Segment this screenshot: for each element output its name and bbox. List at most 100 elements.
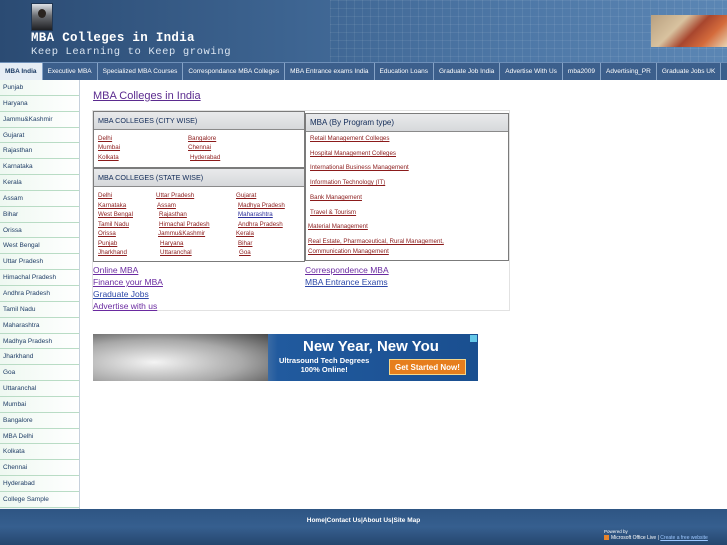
adchoices-icon[interactable] — [470, 335, 477, 342]
link-advertise-with-us[interactable]: Advertise with us — [93, 301, 157, 311]
sidebar-item-gujarat[interactable]: Gujarat — [0, 127, 79, 144]
state-link-orissa[interactable]: Orissa — [98, 230, 116, 237]
state-link-andhra-pradesh[interactable]: Andhra Pradesh — [238, 221, 283, 228]
sidebar-item-haryana[interactable]: Haryana — [0, 95, 79, 112]
footer-link-contact[interactable]: Contact Us — [327, 517, 361, 524]
sidebar-item-west-bengal[interactable]: West Bengal — [0, 238, 79, 255]
sidebar-item-hyderabad[interactable]: Hyderabad — [0, 476, 79, 492]
ad-image — [93, 334, 268, 381]
ad-headline: New Year, New You — [303, 338, 439, 355]
sidebar-item-goa[interactable]: Goa — [0, 365, 79, 382]
program-link-hospital[interactable]: Hospital Management Colleges — [310, 150, 396, 157]
state-link-kerala[interactable]: Kerala — [236, 230, 254, 237]
state-link-tamil-nadu[interactable]: Tamil Nadu — [98, 221, 129, 228]
sidebar-item-uttar-pradesh[interactable]: Uttar Pradesh — [0, 254, 79, 271]
sidebar-item-college-sample[interactable]: College Sample — [0, 491, 79, 508]
ad-banner[interactable]: New Year, New You Ultrasound Tech Degree… — [93, 334, 478, 381]
state-link-karnataka[interactable]: Karnataka — [98, 202, 126, 209]
state-link-jharkhand[interactable]: Jharkhand — [98, 249, 127, 256]
sidebar-item-kerala[interactable]: Kerala — [0, 175, 79, 191]
city-wise-heading: MBA COLLEGES (CITY WISE) — [94, 112, 304, 130]
sidebar-item-bangalore[interactable]: Bangalore — [0, 412, 79, 429]
state-link-haryana[interactable]: Haryana — [160, 240, 183, 247]
site-tagline: Keep Learning to Keep growing — [31, 46, 232, 58]
nav-item-executive-mba[interactable]: Executive MBA — [43, 63, 98, 80]
nav-item-education-loans[interactable]: Education Loans — [375, 63, 434, 80]
nav-item-advertise[interactable]: Advertise With Us — [500, 63, 563, 80]
sidebar-item-rajasthan[interactable]: Rajasthan — [0, 143, 79, 160]
program-link-travel[interactable]: Travel & Tourism — [310, 209, 356, 216]
state-link-maharashtra[interactable]: Maharashtra — [238, 211, 273, 218]
state-link-bihar[interactable]: Bihar — [238, 240, 252, 247]
nav-item-graduate-job-india[interactable]: Graduate Job India — [434, 63, 501, 80]
city-link-kolkata[interactable]: Kolkata — [98, 154, 119, 161]
sidebar-item-jammu-kashmir[interactable]: Jammu&Kashmir — [0, 111, 79, 128]
page-title[interactable]: MBA Colleges in India — [93, 90, 201, 102]
sidebar-item-kolkata[interactable]: Kolkata — [0, 444, 79, 461]
sidebar-item-assam[interactable]: Assam — [0, 190, 79, 207]
state-link-assam[interactable]: Assam — [157, 202, 176, 209]
state-link-uttaranchal[interactable]: Uttaranchal — [160, 249, 192, 256]
ms-separator: | — [657, 535, 659, 541]
ad-subtext: Ultrasound Tech Degrees 100% Online! — [279, 356, 369, 374]
city-link-hyderabad[interactable]: Hyderabad — [190, 154, 220, 161]
program-link-real-estate[interactable]: Real Estate, Pharmaceutical, Rural Manag… — [308, 238, 444, 245]
nav-item-mba-india[interactable]: MBA India — [0, 63, 43, 80]
sidebar-item-mba-delhi[interactable]: MBA Delhi — [0, 428, 79, 445]
state-link-west-bengal[interactable]: West Bengal — [98, 211, 133, 218]
nav-item-entrance-exams[interactable]: MBA Entrance exams India — [285, 63, 375, 80]
sidebar-item-punjab[interactable]: Punjab — [0, 80, 79, 96]
create-free-website-link[interactable]: Create a free website — [660, 535, 708, 541]
state-link-himachal-pradesh[interactable]: Himachal Pradesh — [159, 221, 210, 228]
footer-links: Home|Contact Us|About Us|Site Map — [0, 509, 727, 526]
city-link-delhi[interactable]: Delhi — [98, 135, 112, 142]
ms-office-label: Microsoft Office Live — [611, 535, 657, 541]
link-graduate-jobs[interactable]: Graduate Jobs — [93, 289, 149, 299]
sidebar-item-tamil-nadu[interactable]: Tamil Nadu — [0, 301, 79, 318]
nav-item-correspondance-mba[interactable]: Correspondance MBA Colleges — [183, 63, 286, 80]
powered-by-label: Powered by — [604, 529, 628, 534]
state-link-goa[interactable]: Goa — [239, 249, 251, 256]
footer-link-sitemap[interactable]: Site Map — [394, 517, 421, 524]
sidebar-item-orissa[interactable]: Orissa — [0, 222, 79, 239]
site-logo — [31, 3, 53, 31]
state-link-madhya-pradesh[interactable]: Madhya Pradesh — [238, 202, 285, 209]
sidebar-item-andhra-pradesh[interactable]: Andhra Pradesh — [0, 285, 79, 302]
link-finance-your-mba[interactable]: Finance your MBA — [93, 277, 163, 287]
sidebar-item-karnataka[interactable]: Karnataka — [0, 159, 79, 176]
city-link-chennai[interactable]: Chennai — [188, 144, 211, 151]
sidebar-item-uttaranchal[interactable]: Uttaranchal — [0, 381, 79, 397]
sidebar-item-chennai[interactable]: Chennai — [0, 460, 79, 477]
link-mba-entrance-exams[interactable]: MBA Entrance Exams — [305, 277, 388, 287]
state-link-jammu-kashmir[interactable]: Jammu&Kashmir — [158, 230, 205, 237]
nav-item-advertising-pr[interactable]: Advertising_PR — [601, 63, 657, 80]
sidebar-item-himachal-pradesh[interactable]: Himachal Pradesh — [0, 270, 79, 286]
link-correspondence-mba[interactable]: Correspondence MBA — [305, 265, 389, 275]
state-link-punjab[interactable]: Punjab — [98, 240, 117, 247]
nav-item-specialized-mba[interactable]: Specialized MBA Courses — [98, 63, 184, 80]
sidebar-item-bihar[interactable]: Bihar — [0, 206, 79, 223]
nav-item-graduate-jobs-uk[interactable]: Graduate Jobs UK — [657, 63, 722, 80]
city-link-mumbai[interactable]: Mumbai — [98, 144, 120, 151]
state-link-gujarat[interactable]: Gujarat — [236, 192, 256, 199]
program-link-bank[interactable]: Bank Management — [310, 194, 362, 201]
program-link-it[interactable]: Information Technology (IT) — [310, 179, 385, 186]
sidebar-item-maharashtra[interactable]: Maharashtra — [0, 317, 79, 334]
footer-link-about[interactable]: About Us — [363, 517, 392, 524]
program-link-communication[interactable]: Communication Management — [308, 248, 389, 255]
program-link-retail[interactable]: Retail Management Colleges — [310, 135, 389, 142]
state-link-delhi[interactable]: Delhi — [98, 192, 112, 199]
state-link-uttar-pradesh[interactable]: Uttar Pradesh — [156, 192, 194, 199]
link-online-mba[interactable]: Online MBA — [93, 265, 138, 275]
program-link-material[interactable]: Material Management — [308, 223, 368, 230]
sidebar-item-mumbai[interactable]: Mumbai — [0, 396, 79, 413]
nav-item-mba2009[interactable]: mba2009 — [563, 63, 602, 80]
ad-cta-button[interactable]: Get Started Now! — [389, 359, 466, 375]
sidebar-item-madhya-pradesh[interactable]: Madhya Pradesh — [0, 333, 79, 350]
state-wise-heading: MBA COLLEGES (STATE WISE) — [94, 169, 304, 187]
sidebar-item-jharkhand[interactable]: Jharkhand — [0, 349, 79, 366]
state-link-rajasthan[interactable]: Rajasthan — [159, 211, 187, 218]
city-link-bangalore[interactable]: Bangalore — [188, 135, 216, 142]
footer-link-home[interactable]: Home — [307, 517, 325, 524]
program-link-international-business[interactable]: International Business Management — [310, 164, 409, 171]
